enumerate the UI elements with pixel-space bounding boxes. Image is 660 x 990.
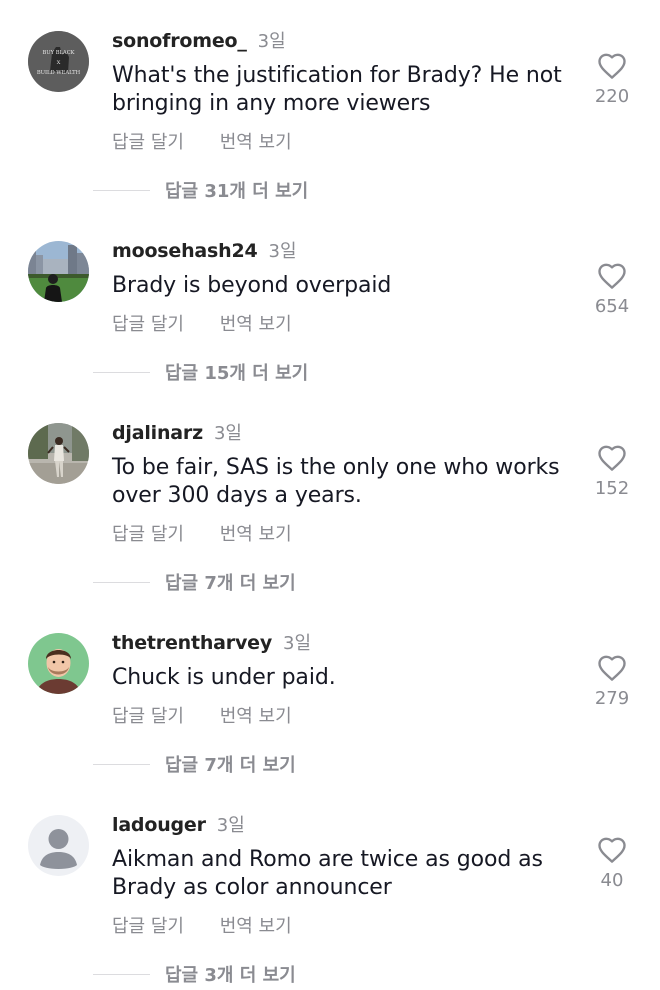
timestamp: 3일 xyxy=(283,633,312,654)
avatar-text-line1: BUY BLACK xyxy=(42,50,74,56)
comment-actions: 답글 달기 번역 보기 xyxy=(112,702,292,728)
reply-button[interactable]: 답글 달기 xyxy=(112,310,184,336)
comment-text: What's the justification for Brady? He n… xyxy=(112,63,562,116)
reply-button[interactable]: 답글 달기 xyxy=(112,702,184,728)
comment-meta: thetrentharvey 3일 xyxy=(112,629,311,657)
translate-button[interactable]: 번역 보기 xyxy=(220,310,292,336)
translate-button[interactable]: 번역 보기 xyxy=(220,702,292,728)
divider-line xyxy=(93,371,150,373)
view-replies-label: 답글 3개 더 보기 xyxy=(165,965,296,986)
reply-button[interactable]: 답글 달기 xyxy=(112,128,184,154)
heart-outline-icon xyxy=(598,445,626,471)
translate-button[interactable]: 번역 보기 xyxy=(220,912,292,938)
view-replies-button[interactable]: 답글 7개 더 보기 xyxy=(93,569,296,595)
comment-meta: sonofromeo_ 3일 xyxy=(112,27,286,55)
comment-text: Chuck is under paid. xyxy=(112,665,336,690)
comment-actions: 답글 달기 번역 보기 xyxy=(112,520,292,546)
view-replies-button[interactable]: 답글 31개 더 보기 xyxy=(93,177,308,203)
view-replies-label: 답글 7개 더 보기 xyxy=(165,573,296,594)
comment-actions: 답글 달기 번역 보기 xyxy=(112,128,292,154)
like-button[interactable]: 654 xyxy=(586,262,638,317)
like-button[interactable]: 152 xyxy=(586,444,638,499)
heart-outline-icon xyxy=(598,53,626,79)
default-user-avatar-icon xyxy=(28,815,89,876)
like-count: 654 xyxy=(594,296,630,317)
divider-line xyxy=(93,763,150,765)
divider-line xyxy=(93,973,150,975)
avatar[interactable]: BUY BLACK X BUILD WEALTH xyxy=(28,31,89,92)
comment-meta: djalinarz 3일 xyxy=(112,419,242,447)
heart-outline-icon xyxy=(598,837,626,863)
like-count: 40 xyxy=(600,870,624,891)
avatar[interactable] xyxy=(28,633,89,694)
username[interactable]: ladouger xyxy=(112,814,206,836)
view-replies-button[interactable]: 답글 15개 더 보기 xyxy=(93,359,308,385)
avatar-text-line2: X xyxy=(57,60,61,66)
comment-text: To be fair, SAS is the only one who work… xyxy=(112,455,560,508)
view-replies-button[interactable]: 답글 7개 더 보기 xyxy=(93,751,296,777)
view-replies-button[interactable]: 답글 3개 더 보기 xyxy=(93,961,296,987)
timestamp: 3일 xyxy=(216,815,245,836)
comment-meta: ladouger 3일 xyxy=(112,811,245,839)
like-button[interactable]: 279 xyxy=(586,654,638,709)
comment-text: Aikman and Romo are twice as good as Bra… xyxy=(112,847,543,900)
comment-text: Brady is beyond overpaid xyxy=(112,273,392,298)
like-count: 279 xyxy=(594,688,630,709)
comment-meta: moosehash24 3일 xyxy=(112,237,297,265)
avatar[interactable] xyxy=(28,423,89,484)
avatar[interactable] xyxy=(28,815,89,876)
comment-actions: 답글 달기 번역 보기 xyxy=(112,310,292,336)
translate-button[interactable]: 번역 보기 xyxy=(220,128,292,154)
translate-button[interactable]: 번역 보기 xyxy=(220,520,292,546)
reply-button[interactable]: 답글 달기 xyxy=(112,912,184,938)
avatar-text-line3: BUILD WEALTH xyxy=(37,70,81,76)
heart-outline-icon xyxy=(598,263,626,289)
view-replies-label: 답글 15개 더 보기 xyxy=(165,363,309,384)
username[interactable]: sonofromeo_ xyxy=(112,30,247,52)
like-count: 220 xyxy=(594,86,630,107)
view-replies-label: 답글 7개 더 보기 xyxy=(165,755,296,776)
like-button[interactable]: 40 xyxy=(586,836,638,891)
timestamp: 3일 xyxy=(257,31,286,52)
username[interactable]: moosehash24 xyxy=(112,240,258,262)
like-count: 152 xyxy=(594,478,630,499)
reply-button[interactable]: 답글 달기 xyxy=(112,520,184,546)
timestamp: 3일 xyxy=(213,423,242,444)
divider-line xyxy=(93,581,150,583)
divider-line xyxy=(93,189,150,191)
username[interactable]: djalinarz xyxy=(112,422,203,444)
timestamp: 3일 xyxy=(268,241,297,262)
avatar[interactable] xyxy=(28,241,89,302)
view-replies-label: 답글 31개 더 보기 xyxy=(165,181,309,202)
comment-actions: 답글 달기 번역 보기 xyxy=(112,912,292,938)
heart-outline-icon xyxy=(598,655,626,681)
username[interactable]: thetrentharvey xyxy=(112,632,272,654)
like-button[interactable]: 220 xyxy=(586,52,638,107)
